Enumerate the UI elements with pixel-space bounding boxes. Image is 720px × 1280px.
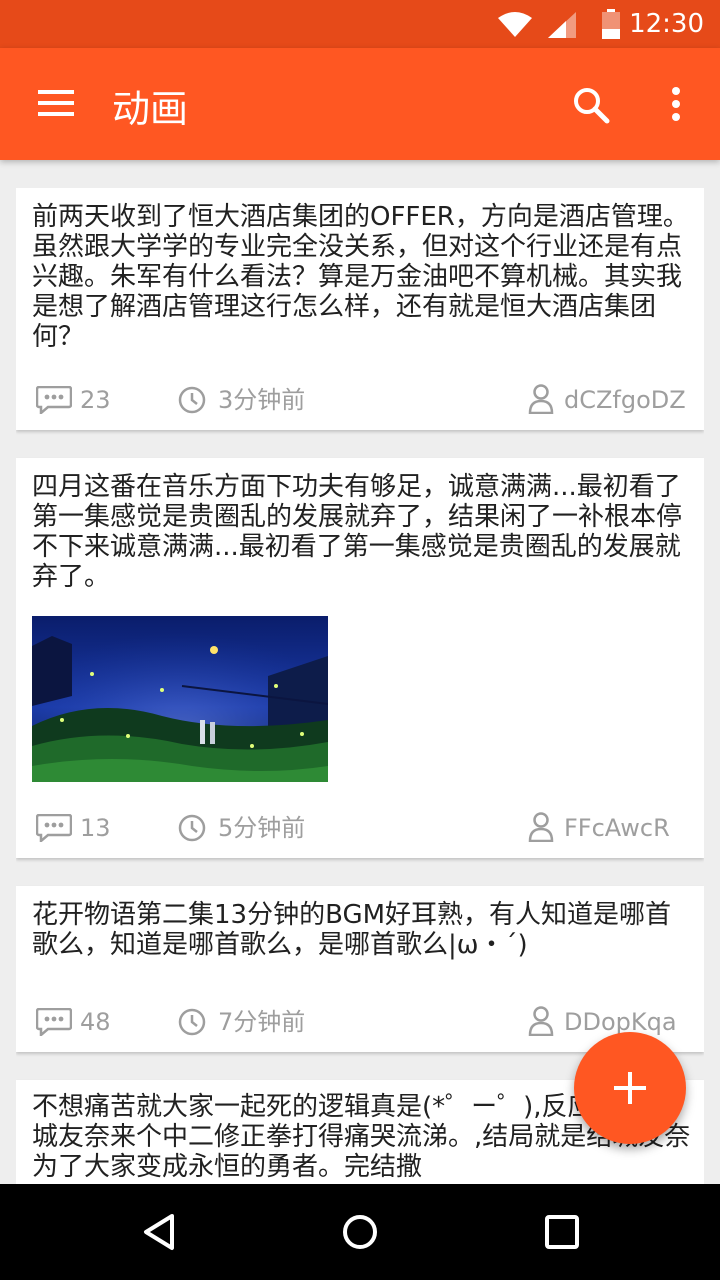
- more-vert-icon: [672, 87, 680, 121]
- battery-icon: [602, 9, 620, 39]
- recents-button[interactable]: [538, 1208, 586, 1256]
- clock-icon: [178, 386, 206, 414]
- app-bar: 动画: [0, 48, 720, 160]
- post-image[interactable]: [32, 616, 328, 782]
- signal-icon: [548, 12, 576, 38]
- recents-icon: [545, 1215, 579, 1249]
- clock-icon: [178, 1008, 206, 1036]
- back-icon: [144, 1214, 174, 1250]
- post-text: 前两天收到了恒大酒店集团的OFFER，方向是酒店管理。虽然跟大学学的专业完全没关…: [32, 202, 689, 352]
- post-card[interactable]: 前两天收到了恒大酒店集团的OFFER，方向是酒店管理。虽然跟大学学的专业完全没关…: [16, 188, 704, 430]
- search-button[interactable]: [566, 80, 614, 128]
- user-icon: [528, 1006, 554, 1036]
- post-time: 3分钟前: [218, 386, 306, 414]
- hamburger-icon: [38, 90, 74, 116]
- search-icon: [574, 88, 610, 124]
- post-text: 花开物语第二集13分钟的BGM好耳熟，有人知道是哪首歌么，知道是哪首歌么，是哪首…: [32, 900, 672, 960]
- wifi-icon: [498, 12, 532, 37]
- system-nav-bar: [0, 1184, 720, 1280]
- post-text: 四月这番在音乐方面下功夫有够足，诚意满满...最初看了第一集感觉是贵圈乱的发展就…: [32, 472, 683, 592]
- home-button[interactable]: [336, 1208, 384, 1256]
- post-feed: 前两天收到了恒大酒店集团的OFFER，方向是酒店管理。虽然跟大学学的专业完全没关…: [16, 188, 704, 1184]
- comment-count: 13: [80, 814, 111, 842]
- status-bar: 12:30: [0, 0, 720, 48]
- post-meta: 23 3分钟前 dCZfgoDZ: [16, 382, 704, 422]
- post-card[interactable]: 四月这番在音乐方面下功夫有够足，诚意满满...最初看了第一集感觉是贵圈乱的发展就…: [16, 458, 704, 858]
- page-title: 动画: [112, 87, 189, 131]
- comment-icon: [36, 814, 72, 842]
- add-post-button[interactable]: [574, 1032, 686, 1144]
- menu-button[interactable]: [24, 80, 88, 128]
- clock-icon: [178, 814, 206, 842]
- home-icon: [343, 1215, 377, 1249]
- post-meta: 48 7分钟前 DDopKqa: [16, 1004, 704, 1044]
- comment-icon: [36, 386, 72, 414]
- post-meta: 13 5分钟前 FFcAwcR: [16, 810, 704, 850]
- post-author[interactable]: FFcAwcR: [564, 812, 670, 844]
- status-time: 12:30: [629, 9, 704, 39]
- post-time: 5分钟前: [218, 814, 306, 842]
- plus-icon: [614, 1072, 646, 1104]
- user-icon: [528, 812, 554, 842]
- post-author[interactable]: dCZfgoDZ: [564, 384, 686, 416]
- user-icon: [528, 384, 554, 414]
- comment-icon: [36, 1008, 72, 1036]
- post-card[interactable]: 花开物语第二集13分钟的BGM好耳熟，有人知道是哪首歌么，知道是哪首歌么，是哪首…: [16, 886, 704, 1052]
- more-options-button[interactable]: [652, 80, 700, 128]
- comment-count: 48: [80, 1008, 111, 1036]
- comment-count: 23: [80, 386, 111, 414]
- back-button[interactable]: [136, 1208, 184, 1256]
- post-time: 7分钟前: [218, 1008, 306, 1036]
